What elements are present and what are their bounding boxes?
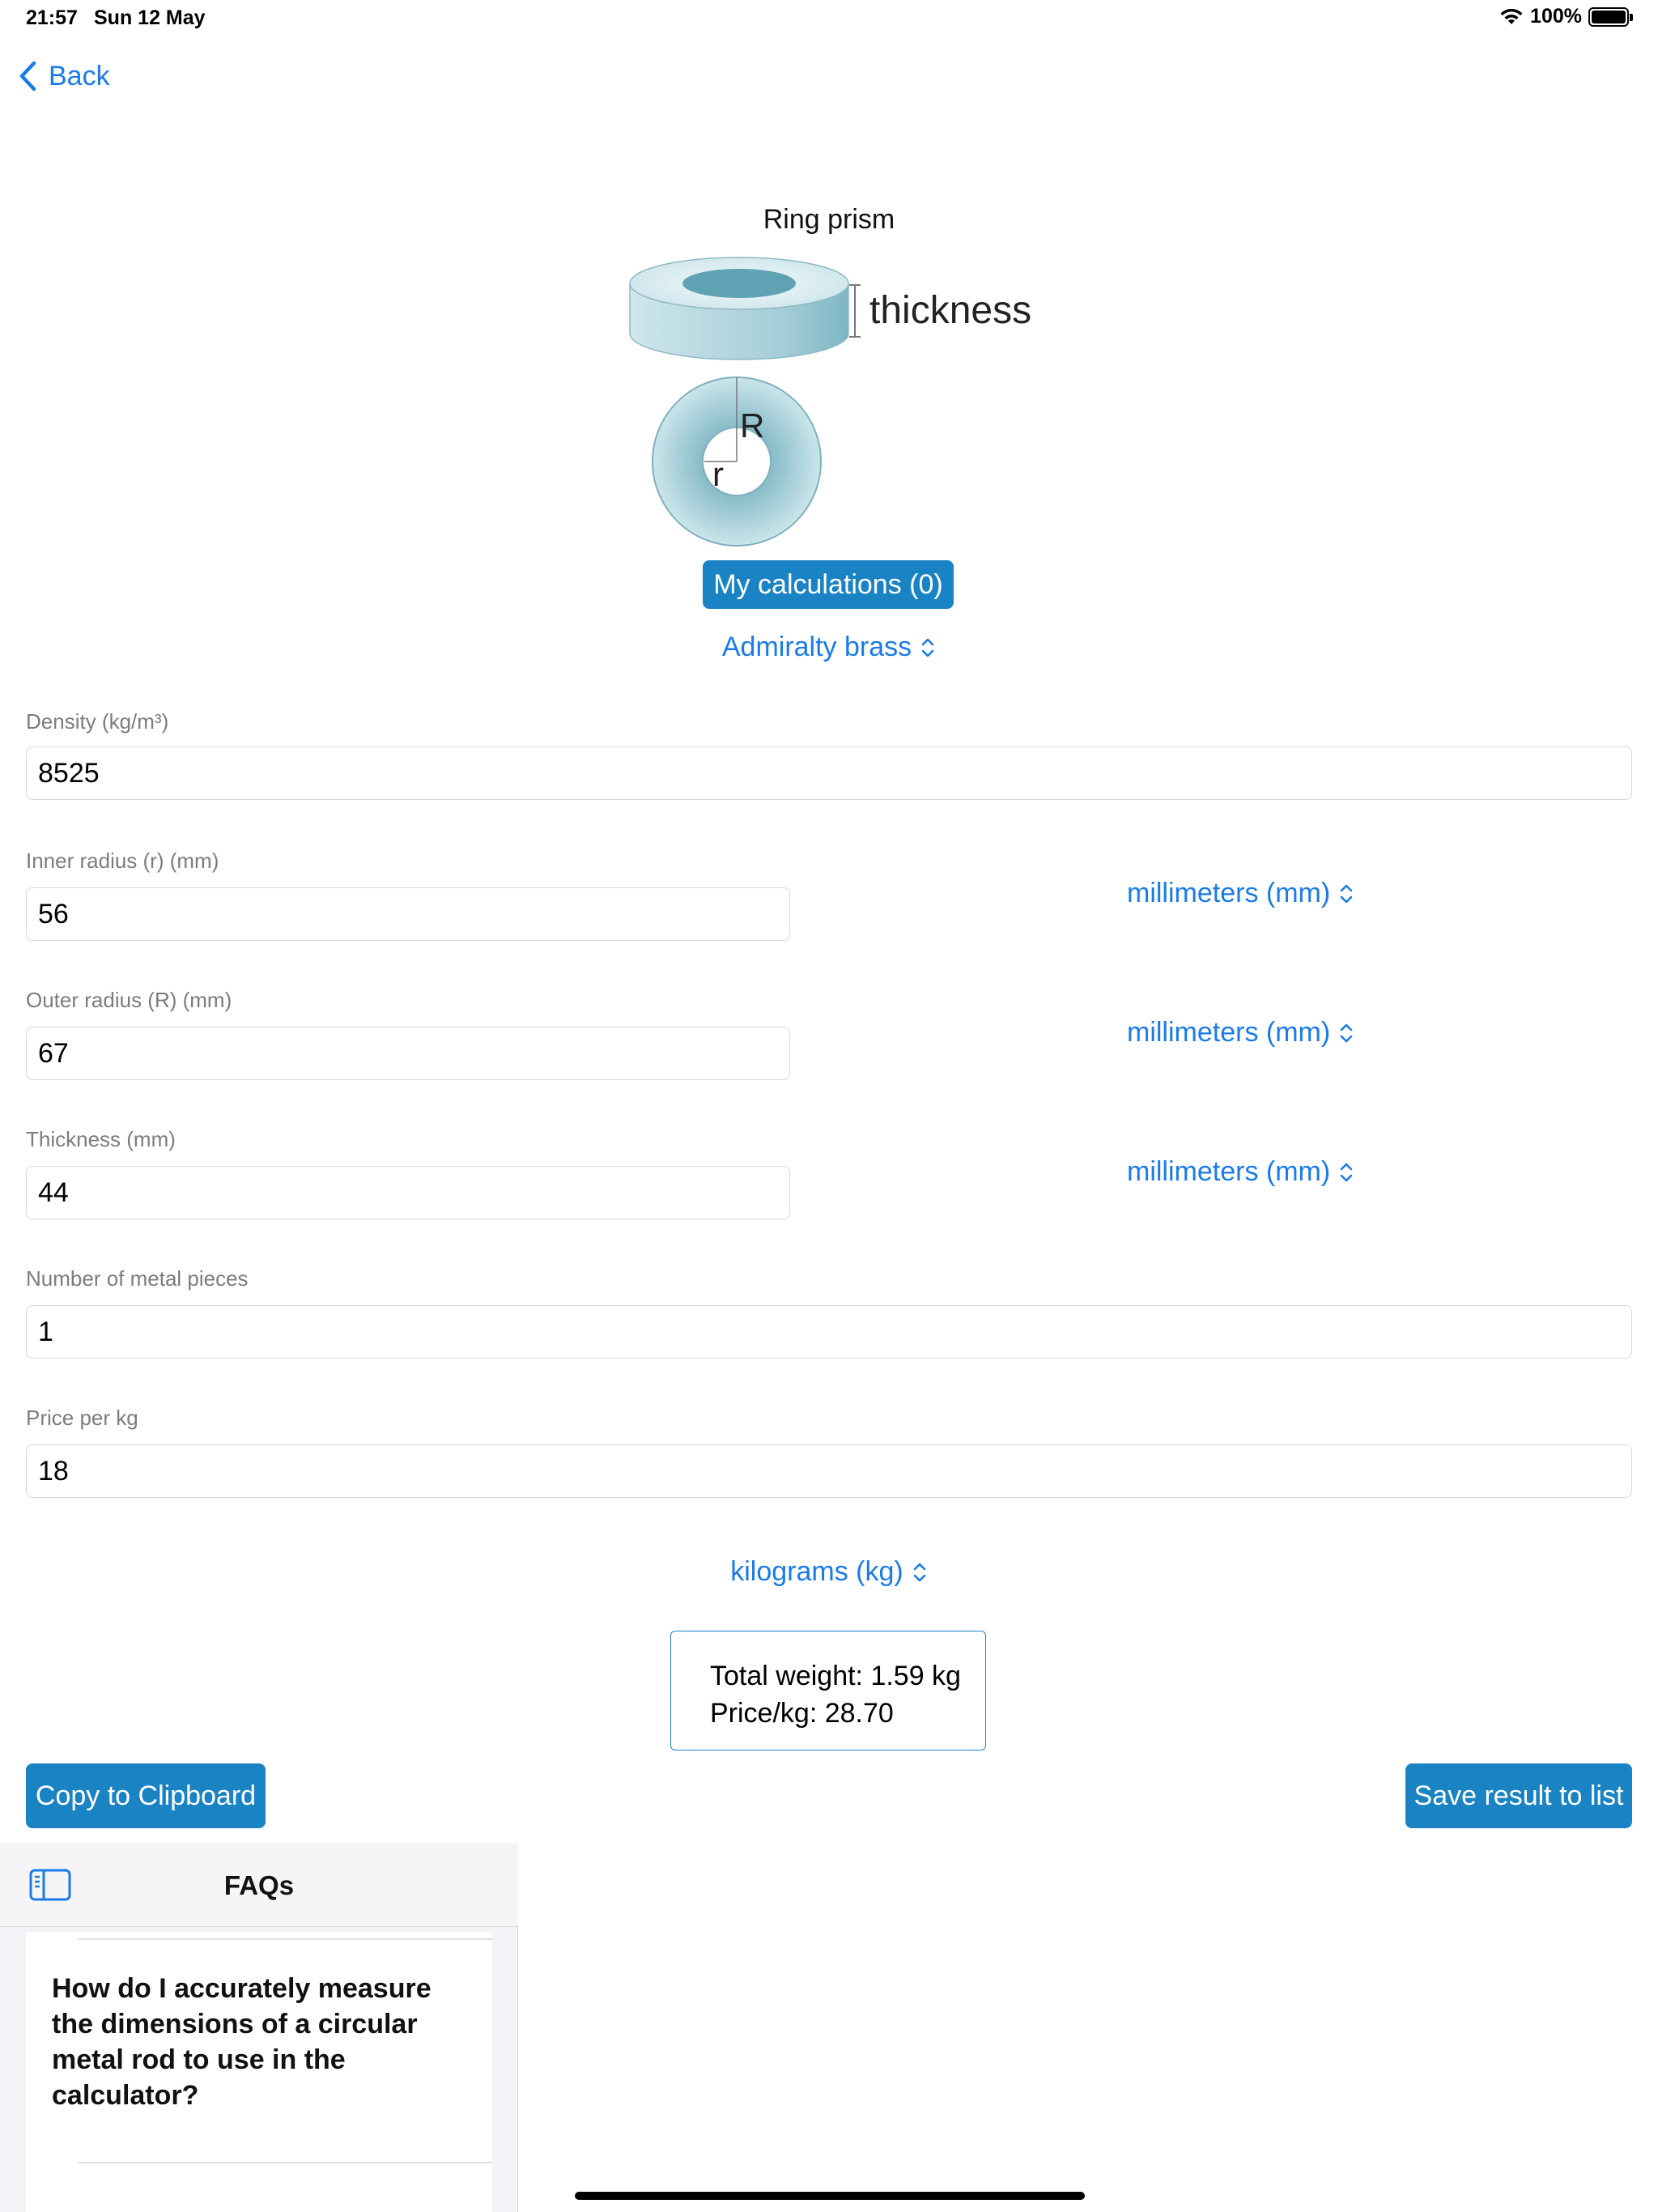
density-input[interactable]: 8525 — [26, 747, 1632, 800]
inner-radius-field-label: Inner radius (r) (mm) — [26, 849, 219, 873]
status-date: Sun 12 May — [94, 6, 206, 29]
wifi-icon — [1500, 8, 1523, 24]
faq-header: FAQs — [0, 1843, 518, 1927]
home-indicator — [575, 2192, 1085, 2200]
material-value: Admiralty brass — [721, 632, 912, 662]
pieces-label: Number of metal pieces — [26, 1266, 249, 1291]
chevron-up-down-icon — [1340, 1023, 1353, 1042]
total-weight: Total weight: 1.59 kg — [710, 1661, 961, 1691]
result-box: Total weight: 1.59 kg Price/kg: 28.70 — [670, 1631, 986, 1750]
material-select[interactable]: Admiralty brass — [722, 632, 936, 663]
thickness-label: thickness — [869, 289, 1032, 332]
battery-icon — [1588, 6, 1633, 27]
density-label: Density (kg/m³) — [26, 709, 169, 734]
inner-radius-label: r — [712, 455, 724, 493]
outer-radius-unit-select[interactable]: millimeters (mm) — [1127, 1017, 1354, 1049]
chevron-up-down-icon — [913, 1563, 926, 1581]
copy-to-clipboard-button[interactable]: Copy to Clipboard — [26, 1763, 266, 1828]
pieces-input[interactable]: 1 — [26, 1305, 1632, 1359]
faq-panel: FAQs How do I accurately measure the dim… — [0, 1843, 518, 2212]
price-label: Price per kg — [26, 1406, 138, 1430]
back-button[interactable]: Back — [18, 60, 110, 92]
outer-radius-unit: millimeters (mm) — [1127, 1017, 1331, 1048]
inner-radius-input[interactable]: 56 — [26, 887, 790, 941]
battery-percent: 100% — [1530, 5, 1582, 28]
back-label: Back — [49, 60, 110, 91]
status-time: 21:57 — [26, 6, 78, 29]
faq-title: FAQs — [223, 1870, 295, 1900]
save-result-button[interactable]: Save result to list — [1405, 1763, 1632, 1828]
thickness-unit: millimeters (mm) — [1127, 1156, 1331, 1187]
outer-radius-field-label: Outer radius (R) (mm) — [26, 988, 232, 1012]
shape-title: Ring prism — [763, 204, 895, 235]
my-calculations-button[interactable]: My calculations (0) — [703, 560, 954, 609]
chevron-up-down-icon — [1340, 1163, 1353, 1181]
divider — [78, 1938, 492, 1940]
outer-radius-input[interactable]: 67 — [26, 1027, 790, 1080]
faq-question[interactable]: How do I accurately measure the dimensio… — [52, 1971, 457, 2113]
price-result: Price/kg: 28.70 — [710, 1698, 894, 1729]
chevron-up-down-icon — [921, 638, 934, 657]
inner-radius-unit: millimeters (mm) — [1127, 878, 1331, 908]
outer-radius-label: R — [740, 406, 765, 445]
thickness-unit-select[interactable]: millimeters (mm) — [1127, 1156, 1354, 1188]
status-indicators: 100% — [1499, 5, 1633, 28]
price-input[interactable]: 18 — [26, 1444, 1632, 1498]
thickness-input[interactable]: 44 — [26, 1166, 790, 1219]
divider — [78, 2162, 492, 2163]
weight-unit: kilograms (kg) — [730, 1556, 903, 1587]
chevron-left-icon — [19, 61, 36, 91]
weight-unit-select[interactable]: kilograms (kg) — [730, 1556, 927, 1588]
thickness-field-label: Thickness (mm) — [26, 1127, 176, 1151]
inner-radius-unit-select[interactable]: millimeters (mm) — [1127, 878, 1354, 909]
chevron-up-down-icon — [1340, 884, 1353, 903]
